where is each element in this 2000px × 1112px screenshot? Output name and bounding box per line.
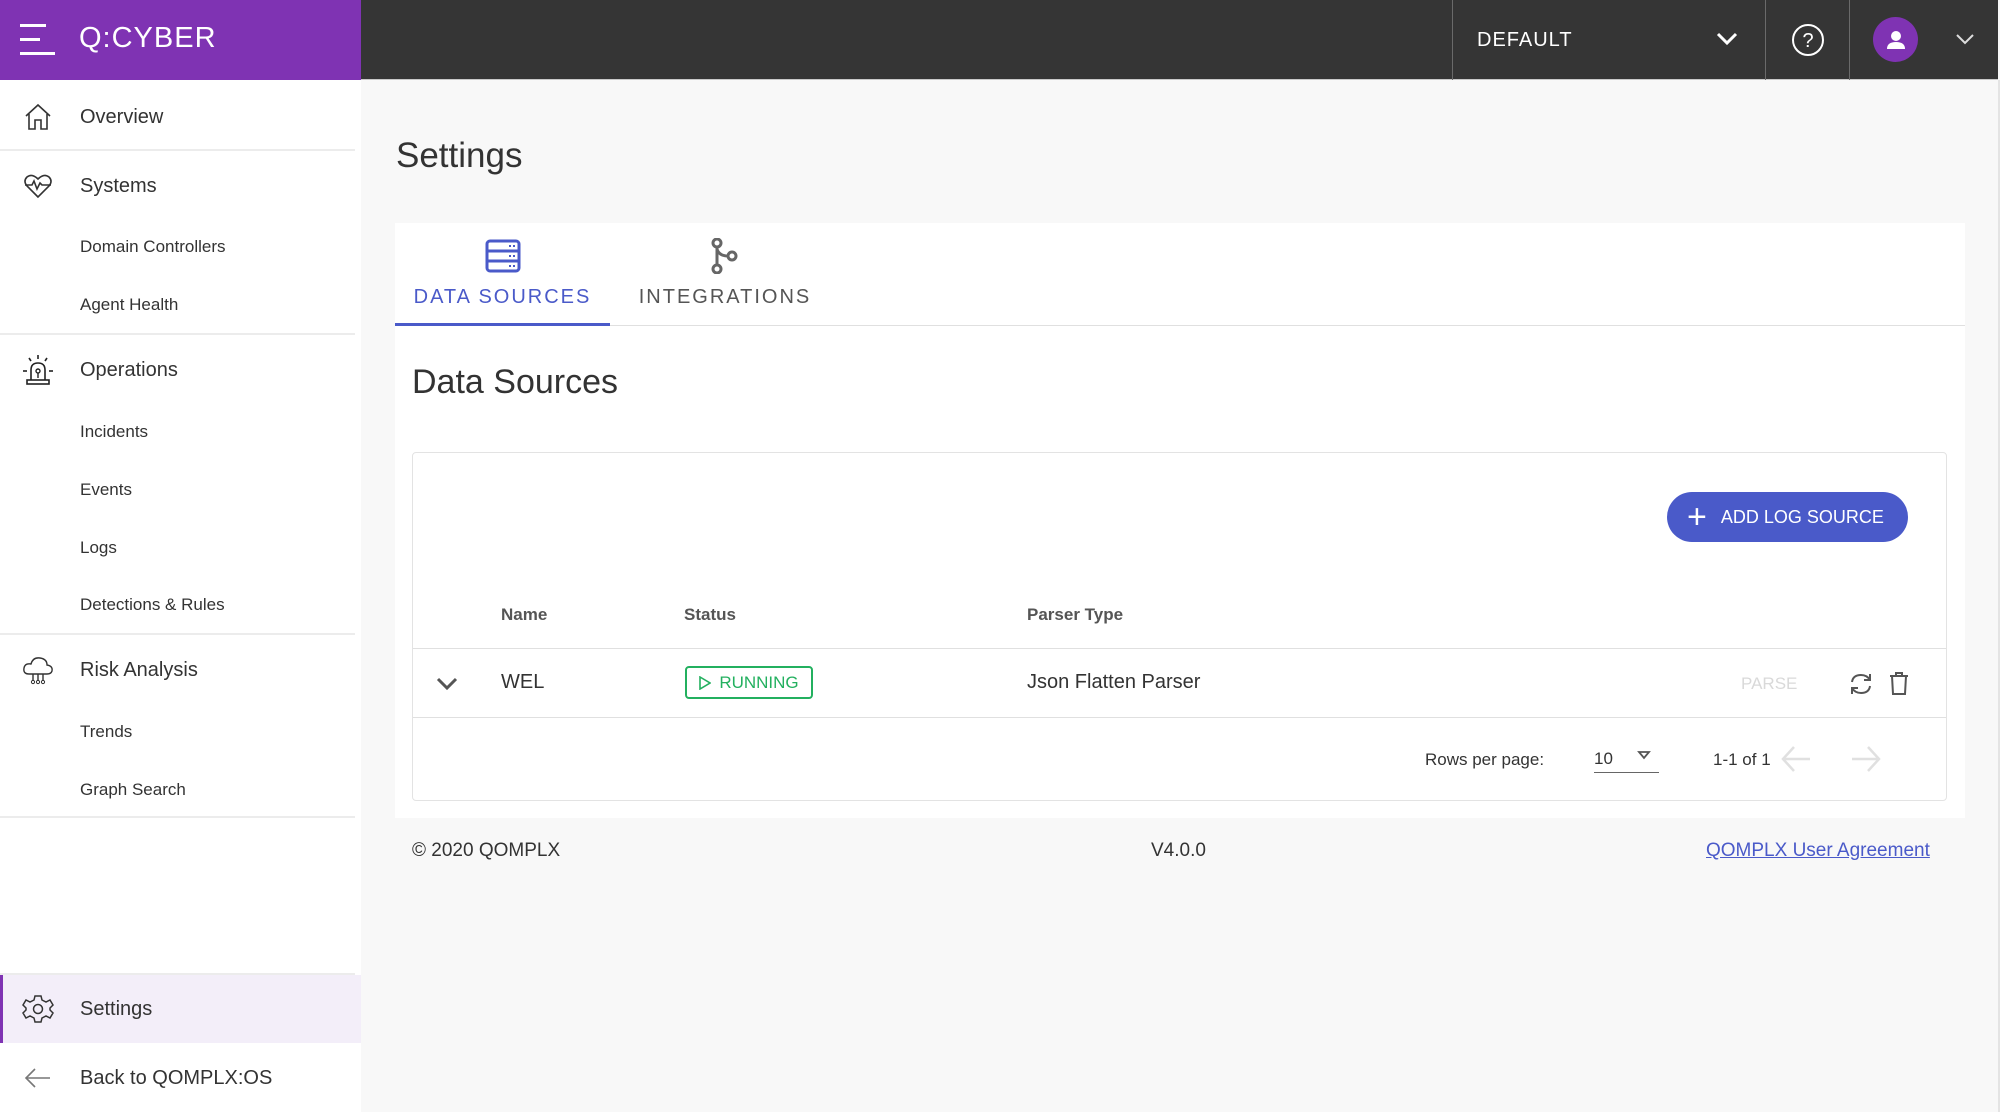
sidebar: Overview Systems Domain Controllers Agen…	[0, 80, 361, 1112]
section-title: Data Sources	[412, 363, 618, 401]
help-button[interactable]: ?	[1766, 0, 1850, 80]
sidebar-item-graph-search[interactable]: Graph Search	[80, 780, 186, 800]
plus-icon: +	[1687, 498, 1707, 536]
sidebar-item-logs[interactable]: Logs	[80, 538, 117, 558]
add-log-source-button[interactable]: + ADD LOG SOURCE	[1667, 492, 1908, 542]
header-divider	[413, 648, 1946, 649]
sidebar-item-settings[interactable]: Settings	[0, 975, 361, 1043]
pagination-range: 1-1 of 1	[1713, 750, 1771, 769]
next-page-arrow-icon[interactable]	[1850, 744, 1882, 774]
sidebar-item-risk-analysis[interactable]: Risk Analysis	[0, 636, 361, 704]
parse-button[interactable]: PARSE	[1741, 674, 1797, 694]
sidebar-divider	[0, 149, 355, 151]
heart-pulse-icon	[24, 174, 52, 199]
sidebar-item-detections-rules[interactable]: Detections & Rules	[80, 595, 225, 615]
sidebar-item-label: Systems	[80, 174, 157, 197]
sidebar-item-label: Overview	[80, 105, 164, 128]
server-icon	[485, 239, 520, 273]
sidebar-item-agent-health[interactable]: Agent Health	[80, 295, 178, 315]
sidebar-item-systems[interactable]: Systems	[0, 152, 361, 220]
gear-icon	[22, 995, 54, 1023]
user-icon	[1886, 30, 1905, 49]
rows-per-page-value: 10	[1594, 749, 1613, 768]
add-log-source-label: ADD LOG SOURCE	[1720, 506, 1884, 527]
tab-integrations[interactable]: INTEGRATIONS	[625, 223, 825, 326]
arrow-left-icon	[24, 1068, 50, 1088]
sidebar-item-events[interactable]: Events	[80, 480, 132, 500]
tab-bar: DATA SOURCES INTEGRATIONS	[395, 223, 1965, 326]
status-label: RUNNING	[719, 672, 799, 692]
sidebar-item-label: Settings	[80, 997, 153, 1020]
row-divider	[413, 717, 1946, 718]
sidebar-divider	[0, 333, 355, 335]
help-icon: ?	[1791, 24, 1824, 56]
rows-per-page-label: Rows per page:	[1425, 750, 1545, 769]
column-header-parser-type[interactable]: Parser Type	[1027, 605, 1123, 625]
data-sources-table: + ADD LOG SOURCE Name Status Parser Type…	[412, 452, 1947, 801]
settings-card: DATA SOURCES INTEGRATIONS Data Sources +…	[395, 223, 1965, 818]
cloud-network-icon	[23, 657, 53, 685]
previous-page-arrow-icon[interactable]	[1780, 744, 1812, 774]
sidebar-item-incidents[interactable]: Incidents	[80, 422, 148, 442]
user-agreement-link[interactable]: QOMPLX User Agreement	[1706, 840, 1930, 862]
row-parser-type: Json Flatten Parser	[1027, 671, 1201, 693]
expand-row-chevron-icon[interactable]	[435, 675, 459, 693]
sidebar-item-back[interactable]: Back to QOMPLX:OS	[0, 1044, 361, 1112]
chevron-down-icon	[1716, 32, 1738, 46]
branch-icon	[711, 238, 738, 274]
status-badge: RUNNING	[685, 666, 813, 699]
play-icon	[699, 675, 712, 690]
version: V4.0.0	[1151, 840, 1206, 861]
tab-label: DATA SOURCES	[413, 286, 592, 308]
home-icon	[25, 103, 51, 130]
tab-label: INTEGRATIONS	[638, 286, 812, 308]
tenant-selector[interactable]: DEFAULT	[1452, 0, 1766, 80]
sidebar-item-operations[interactable]: Operations	[0, 336, 361, 404]
brand-bar: Q:CYBER	[0, 0, 361, 80]
sidebar-item-overview[interactable]: Overview	[0, 83, 361, 151]
page-title: Settings	[396, 136, 523, 175]
sidebar-divider	[0, 633, 355, 635]
copyright: © 2020 QOMPLX	[412, 840, 561, 861]
sidebar-item-trends[interactable]: Trends	[80, 722, 132, 742]
dropdown-triangle-icon	[1637, 751, 1651, 760]
tab-data-sources[interactable]: DATA SOURCES	[395, 223, 610, 326]
row-name: WEL	[501, 671, 545, 693]
user-avatar[interactable]	[1873, 17, 1918, 62]
app-logo: Q:CYBER	[79, 22, 217, 54]
sidebar-item-label: Operations	[80, 358, 178, 381]
sidebar-item-domain-controllers[interactable]: Domain Controllers	[80, 237, 226, 257]
sidebar-item-label: Back to QOMPLX:OS	[80, 1066, 273, 1089]
hamburger-menu-icon[interactable]	[20, 24, 55, 56]
rows-per-page-select[interactable]: 10	[1594, 743, 1659, 773]
column-header-name[interactable]: Name	[501, 605, 547, 625]
refresh-icon[interactable]	[1848, 671, 1874, 697]
sidebar-divider	[0, 816, 355, 818]
siren-icon	[23, 355, 53, 385]
svg-text:?: ?	[1802, 30, 1813, 52]
column-header-status[interactable]: Status	[684, 605, 736, 625]
trash-icon[interactable]	[1888, 670, 1910, 696]
user-menu-chevron-icon[interactable]	[1955, 30, 1975, 48]
sidebar-item-label: Risk Analysis	[80, 658, 198, 681]
tenant-label: DEFAULT	[1477, 29, 1573, 51]
